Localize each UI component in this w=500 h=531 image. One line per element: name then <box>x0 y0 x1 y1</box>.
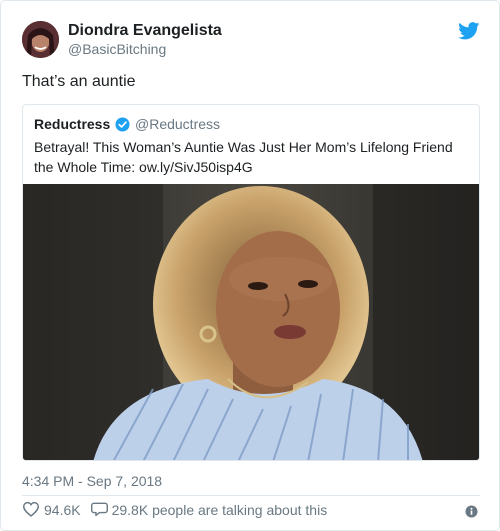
speech-bubble-icon <box>90 501 112 520</box>
author-name[interactable]: Diondra Evangelista <box>68 22 222 40</box>
tweet-actions: 94.6K 29.8K people are talking about thi… <box>22 500 337 520</box>
tweet-text: That’s an auntie <box>22 73 136 90</box>
quoted-author-name[interactable]: Reductress <box>34 116 110 132</box>
twitter-bird-icon[interactable] <box>458 22 480 40</box>
embedded-tweet-card: Diondra Evangelista @BasicBitching That’… <box>0 0 500 531</box>
info-icon[interactable] <box>465 505 478 518</box>
quoted-tweet-text: Betrayal! This Woman’s Auntie Was Just H… <box>34 139 453 175</box>
like-count: 94.6K <box>44 502 81 518</box>
author-avatar[interactable] <box>22 21 59 58</box>
reply-conversation-button[interactable]: 29.8K people are talking about this <box>90 501 328 520</box>
heart-icon <box>22 501 44 520</box>
footer-divider <box>22 495 480 496</box>
talking-count: 29.8K people are talking about this <box>111 502 328 518</box>
author-handle[interactable]: @BasicBitching <box>68 41 166 57</box>
like-button[interactable]: 94.6K <box>22 501 81 520</box>
verified-badge-icon <box>115 117 130 132</box>
quoted-tweet-photo[interactable] <box>23 184 479 460</box>
quoted-author-handle[interactable]: @Reductress <box>135 116 220 132</box>
quoted-tweet[interactable]: Reductress @Reductress Betrayal! This Wo… <box>22 104 480 461</box>
tweet-timestamp[interactable]: 4:34 PM - Sep 7, 2018 <box>22 473 162 489</box>
